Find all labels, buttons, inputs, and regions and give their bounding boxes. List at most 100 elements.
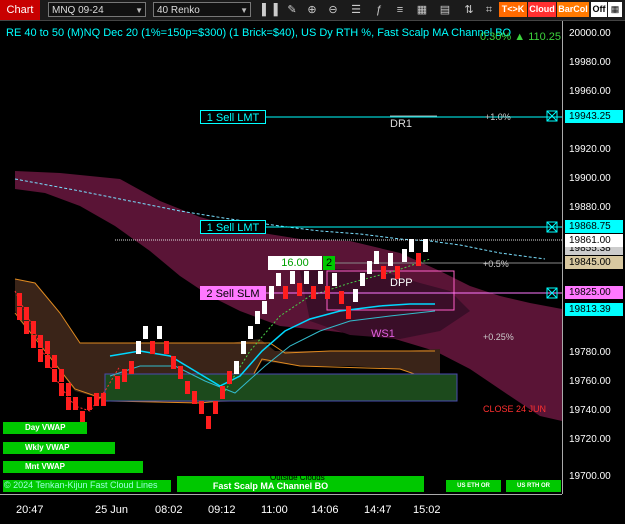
us-rth-or-button[interactable]: US RTH OR: [506, 480, 561, 492]
sell-limit-order-1[interactable]: 1 Sell LMT: [200, 110, 266, 124]
chart-description: RE 40 to 50 (M)NQ Dec 20 (1%=150p=$300) …: [6, 27, 512, 39]
x-tick: 08:02: [155, 504, 183, 516]
fast-scalp-button[interactable]: Fast Scalp MA Channel BO: [203, 480, 338, 492]
renko-brick: [45, 341, 50, 354]
off-toggle-button[interactable]: Off: [591, 2, 607, 17]
y-tick: 19720.00: [569, 434, 611, 445]
renko-brick: [325, 286, 330, 299]
bar-type-value: 40 Renko: [157, 5, 200, 16]
link-icon[interactable]: ⌗: [482, 3, 496, 17]
renko-brick: [353, 289, 358, 302]
monthly-vwap-button[interactable]: Mnt VWAP: [3, 461, 143, 473]
renko-brick: [171, 356, 176, 369]
y-tick: 19900.00: [569, 173, 611, 184]
renko-brick: [143, 326, 148, 339]
price-tag-sell-lmt-2: 19868.75: [565, 220, 623, 233]
renko-brick: [115, 376, 120, 389]
bar-style-icon[interactable]: ▌▐: [262, 3, 278, 17]
renko-brick: [178, 366, 183, 379]
renko-brick: [290, 271, 295, 284]
position-value-box[interactable]: 16.00: [268, 256, 322, 270]
close-label: CLOSE 24 JUN: [483, 404, 547, 414]
renko-brick: [31, 335, 36, 348]
price-axis[interactable]: 20000.00 19980.00 19960.00 19920.00 1990…: [562, 21, 625, 494]
templates-icon[interactable]: ▦: [415, 3, 429, 17]
y-tick: 19980.00: [569, 57, 611, 68]
zoom-out-icon[interactable]: ⊖: [326, 3, 340, 17]
renko-brick: [24, 321, 29, 334]
price-tag-sell-lmt-1: 19943.25: [565, 110, 623, 123]
renko-brick: [24, 307, 29, 320]
price-panel[interactable]: RE 40 to 50 (M)NQ Dec 20 (1%=150p=$300) …: [0, 21, 562, 494]
renko-brick: [199, 401, 204, 414]
x-tick: 09:12: [208, 504, 236, 516]
renko-brick: [374, 251, 379, 264]
copyright-text: © 2024 Tenkan-Kijun Fast Cloud Lines: [4, 480, 158, 490]
pct-1-label: +1.0%: [485, 112, 511, 122]
renko-brick: [66, 383, 71, 396]
renko-brick: [192, 391, 197, 404]
indicators-icon[interactable]: ƒ: [372, 3, 386, 17]
renko-brick: [423, 239, 428, 252]
renko-brick: [185, 381, 190, 394]
renko-brick: [150, 341, 155, 354]
renko-brick: [269, 286, 274, 299]
chart-toolbar: Chart MNQ 09-24 ▼ 40 Renko ▼ ▌▐ ✎ ⊕ ⊖ ☰ …: [0, 0, 625, 21]
renko-brick: [297, 283, 302, 296]
chart-trader-icon[interactable]: ▤: [438, 3, 452, 17]
time-axis[interactable]: 20:47 25 Jun 08:02 09:12 11:00 14:06 14:…: [0, 494, 562, 524]
draw-tool-icon[interactable]: ✎: [285, 3, 299, 17]
barcol-toggle-button[interactable]: BarCol: [557, 2, 589, 17]
x-tick: 15:02: [413, 504, 441, 516]
sell-stop-market-order[interactable]: 2 Sell SLM: [200, 286, 266, 300]
strategies-icon[interactable]: ≡: [393, 3, 407, 17]
y-tick: 19960.00: [569, 86, 611, 97]
y-tick: 19920.00: [569, 144, 611, 155]
renko-brick: [52, 355, 57, 368]
x-tick: 11:00: [261, 504, 288, 516]
change-readout: 0.30% ▲ 110.25: [480, 31, 562, 43]
tk-toggle-button[interactable]: T<>K: [499, 2, 527, 17]
renko-brick: [227, 371, 232, 384]
renko-brick: [52, 369, 57, 382]
day-vwap-button[interactable]: Day VWAP: [3, 422, 87, 434]
x-tick: 14:06: [311, 504, 339, 516]
renko-brick: [31, 321, 36, 334]
y-tick: 19700.00: [569, 471, 611, 482]
pct-05-label: +0.5%: [483, 259, 509, 269]
sell-limit-order-2[interactable]: 1 Sell LMT: [200, 220, 266, 234]
renko-brick: [416, 253, 421, 266]
y-tick: 20000.00: [569, 28, 611, 39]
renko-brick: [66, 397, 71, 410]
properties-icon[interactable]: ☰: [349, 3, 363, 17]
zoom-in-icon[interactable]: ⊕: [305, 3, 319, 17]
x-tick: 25 Jun: [95, 504, 129, 516]
renko-brick: [206, 416, 211, 429]
cloud-toggle-button[interactable]: Cloud: [528, 2, 556, 17]
renko-brick: [339, 291, 344, 304]
us-eth-or-button[interactable]: US ETH OR: [446, 480, 501, 492]
renko-brick: [248, 326, 253, 339]
renko-brick: [360, 273, 365, 286]
renko-brick: [38, 349, 43, 362]
x-tick: 14:47: [364, 504, 392, 516]
instrument-value: MNQ 09-24: [52, 5, 104, 16]
renko-brick: [122, 369, 127, 382]
renko-brick: [241, 341, 246, 354]
renko-brick: [164, 341, 169, 354]
dpp-label: DPP: [390, 277, 413, 289]
grid-icon[interactable]: ▦: [608, 2, 622, 17]
renko-brick: [101, 393, 106, 406]
attach-icon[interactable]: ⇅: [462, 3, 476, 17]
weekly-vwap-button[interactable]: Wkly VWAP: [3, 442, 115, 454]
renko-brick: [59, 383, 64, 396]
renko-brick: [73, 397, 78, 410]
chart-title-tab[interactable]: Chart: [0, 0, 40, 20]
chevron-down-icon: ▼: [135, 6, 143, 15]
instrument-selector[interactable]: MNQ 09-24 ▼: [48, 2, 146, 17]
bar-type-selector[interactable]: 40 Renko ▼: [153, 2, 251, 17]
renko-brick: [402, 249, 407, 262]
position-count-box[interactable]: 2: [323, 256, 335, 270]
dr1-label: DR1: [390, 118, 413, 130]
renko-brick: [262, 301, 267, 314]
